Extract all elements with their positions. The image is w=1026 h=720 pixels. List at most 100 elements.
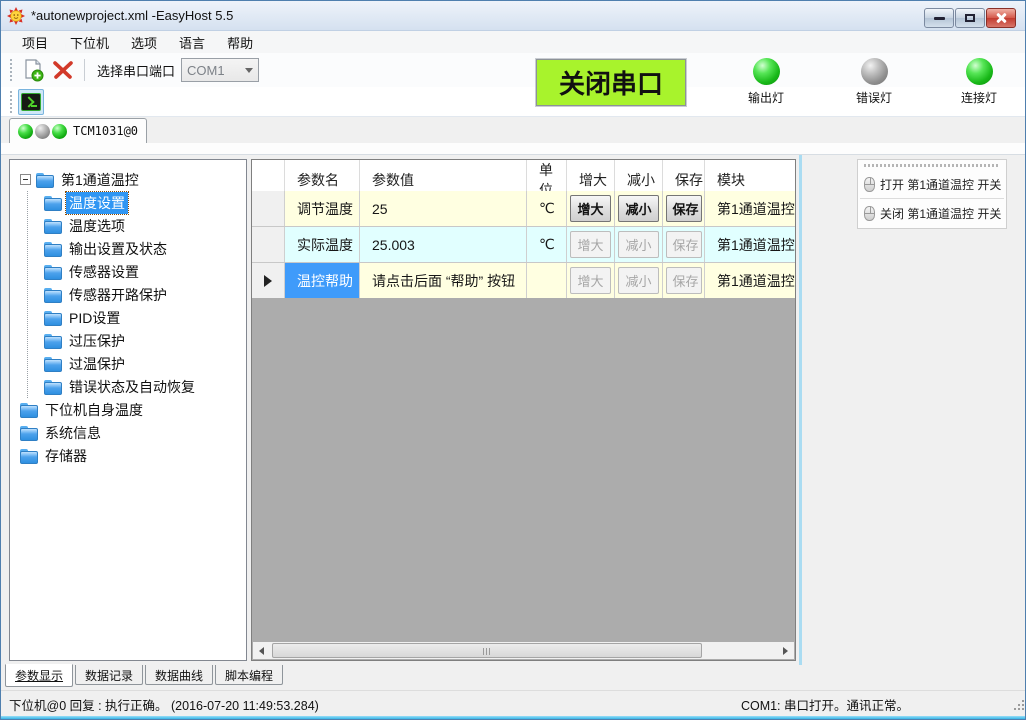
chevron-down-icon [245, 68, 253, 73]
quick-actions-list: 打开 第1通道温控 开关 关闭 第1通道温控 开关 [858, 172, 1006, 225]
status-ball-green [18, 124, 33, 139]
terminal-icon [21, 93, 41, 111]
decrease-button[interactable]: 减小 [618, 195, 659, 222]
param-name-cell[interactable]: 调节温度 [285, 191, 360, 226]
menu-item[interactable]: 下位机 [59, 31, 120, 54]
collapse-icon[interactable] [20, 174, 31, 185]
tree-item[interactable]: 传感器设置 [28, 260, 246, 283]
maximize-button[interactable] [955, 8, 985, 28]
bottom-tab-bar: 参数显示数据记录数据曲线脚本编程 [1, 665, 1026, 690]
folder-icon [44, 311, 61, 324]
terminal-button[interactable] [18, 89, 44, 115]
tree-item-label[interactable]: PID设置 [66, 307, 123, 329]
content-area: 第1通道温控 温度设置 温度选项 输出设置及状态 传感器设置 传感器开路保护 P… [1, 155, 1026, 665]
tree-item-label[interactable]: 系统信息 [42, 422, 104, 444]
param-value-cell[interactable]: 请点击后面 “帮助” 按钮 [360, 263, 527, 298]
minimize-button[interactable] [924, 8, 954, 28]
tree-item-label[interactable]: 传感器设置 [66, 261, 142, 283]
tree-item-label[interactable]: 下位机自身温度 [42, 399, 146, 421]
toolbar-grip-2[interactable] [9, 91, 14, 113]
device-status-balls [18, 124, 67, 139]
status-ball-gray [35, 124, 50, 139]
parameter-grid: 参数名 参数值 单位 增大 减小 保存 模块 调节温度 25 ℃ 增大 减小 保… [251, 159, 796, 661]
tree-item[interactable]: 输出设置及状态 [28, 237, 246, 260]
bottom-tab[interactable]: 数据曲线 [145, 665, 213, 685]
tree-item[interactable]: 传感器开路保护 [28, 283, 246, 306]
folder-icon [44, 380, 61, 393]
tree-item[interactable]: PID设置 [28, 306, 246, 329]
light-ball-icon [753, 58, 780, 85]
indicator-light: 输出灯 [738, 58, 794, 106]
toolbar-grip[interactable] [9, 59, 14, 81]
tree-item-label[interactable]: 温度选项 [66, 215, 128, 237]
tree-item-label[interactable]: 存储器 [42, 445, 90, 467]
close-serial-port-button[interactable]: 关闭串口 [536, 59, 686, 106]
bottom-tab[interactable]: 参数显示 [5, 664, 73, 687]
tree-item[interactable]: 下位机自身温度 [10, 398, 246, 421]
folder-icon [44, 334, 61, 347]
resize-grip-icon[interactable] [1012, 698, 1024, 710]
tree-item[interactable]: 温度设置 [28, 191, 246, 214]
save-button: 保存 [666, 231, 702, 258]
param-value-cell[interactable]: 25.003 [360, 227, 527, 262]
window-controls [924, 8, 1016, 28]
tree-children: 温度设置 温度选项 输出设置及状态 传感器设置 传感器开路保护 PID设置 过压… [27, 191, 246, 398]
param-unit-cell: ℃ [527, 227, 567, 262]
tab-substrip [1, 143, 1025, 155]
bottom-tab[interactable]: 脚本编程 [215, 665, 283, 685]
device-tab[interactable]: TCM1031@0 [9, 118, 147, 143]
param-name-cell[interactable]: 温控帮助 [285, 263, 360, 298]
folder-icon [20, 403, 37, 416]
quick-action-link[interactable]: 关闭 第1通道温控 开关 [858, 201, 1006, 225]
tree-item-label[interactable]: 温度设置 [66, 192, 128, 214]
maximize-icon [965, 14, 975, 22]
menu-item[interactable]: 语言 [168, 31, 216, 54]
row-selector-cell[interactable] [252, 263, 285, 298]
tree-item[interactable]: 存储器 [10, 444, 246, 467]
row-selector-cell[interactable] [252, 191, 285, 226]
panel-drag-handle[interactable] [864, 163, 1000, 168]
tree-item-label[interactable]: 过压保护 [66, 330, 128, 352]
delete-button[interactable] [50, 57, 76, 83]
menu-item[interactable]: 项目 [11, 31, 59, 54]
horizontal-scrollbar[interactable] [253, 642, 794, 659]
device-tab-strip: TCM1031@0 [1, 117, 1025, 143]
title-bar[interactable]: *autonewproject.xml -EasyHost 5.5 [1, 1, 1025, 31]
close-button[interactable] [986, 8, 1016, 28]
scroll-right-icon[interactable] [777, 642, 794, 659]
row-selector-cell[interactable] [252, 227, 285, 262]
menu-item[interactable]: 选项 [120, 31, 168, 54]
red-x-icon [51, 58, 75, 82]
menu-item[interactable]: 帮助 [216, 31, 264, 54]
param-unit-cell [527, 263, 567, 298]
vertical-splitter[interactable] [799, 155, 802, 665]
tree-root-label[interactable]: 第1通道温控 [58, 169, 142, 191]
param-value-cell[interactable]: 25 [360, 191, 527, 226]
tree-item[interactable]: 系统信息 [10, 421, 246, 444]
tree-item[interactable]: 过压保护 [28, 329, 246, 352]
new-file-icon [21, 58, 45, 82]
tree-item-label[interactable]: 传感器开路保护 [66, 284, 170, 306]
new-project-button[interactable] [20, 57, 46, 83]
scroll-left-icon[interactable] [253, 642, 270, 659]
tree-item[interactable]: 过温保护 [28, 352, 246, 375]
table-row: 实际温度 25.003 ℃ 增大 减小 保存 第1通道温控 [252, 226, 795, 262]
tree-root-item[interactable]: 第1通道温控 [10, 168, 246, 191]
save-button: 保存 [666, 267, 702, 294]
quick-action-link[interactable]: 打开 第1通道温控 开关 [858, 172, 1006, 196]
tree-item-label[interactable]: 过温保护 [66, 353, 128, 375]
bottom-tab[interactable]: 数据记录 [75, 665, 143, 685]
save-button[interactable]: 保存 [666, 195, 702, 222]
com-port-select[interactable]: COM1 [181, 58, 259, 82]
folder-icon [44, 357, 61, 370]
scrollbar-thumb[interactable] [272, 643, 702, 658]
tree-item-label[interactable]: 输出设置及状态 [66, 238, 170, 260]
decrease-button: 减小 [618, 231, 659, 258]
param-name-cell[interactable]: 实际温度 [285, 227, 360, 262]
menu-bar: 项目下位机选项语言帮助 [1, 31, 1025, 53]
increase-button[interactable]: 增大 [570, 195, 611, 222]
tree-item[interactable]: 温度选项 [28, 214, 246, 237]
tree-item-label[interactable]: 错误状态及自动恢复 [66, 376, 198, 398]
indicator-light: 连接灯 [951, 58, 1007, 106]
tree-item[interactable]: 错误状态及自动恢复 [28, 375, 246, 398]
